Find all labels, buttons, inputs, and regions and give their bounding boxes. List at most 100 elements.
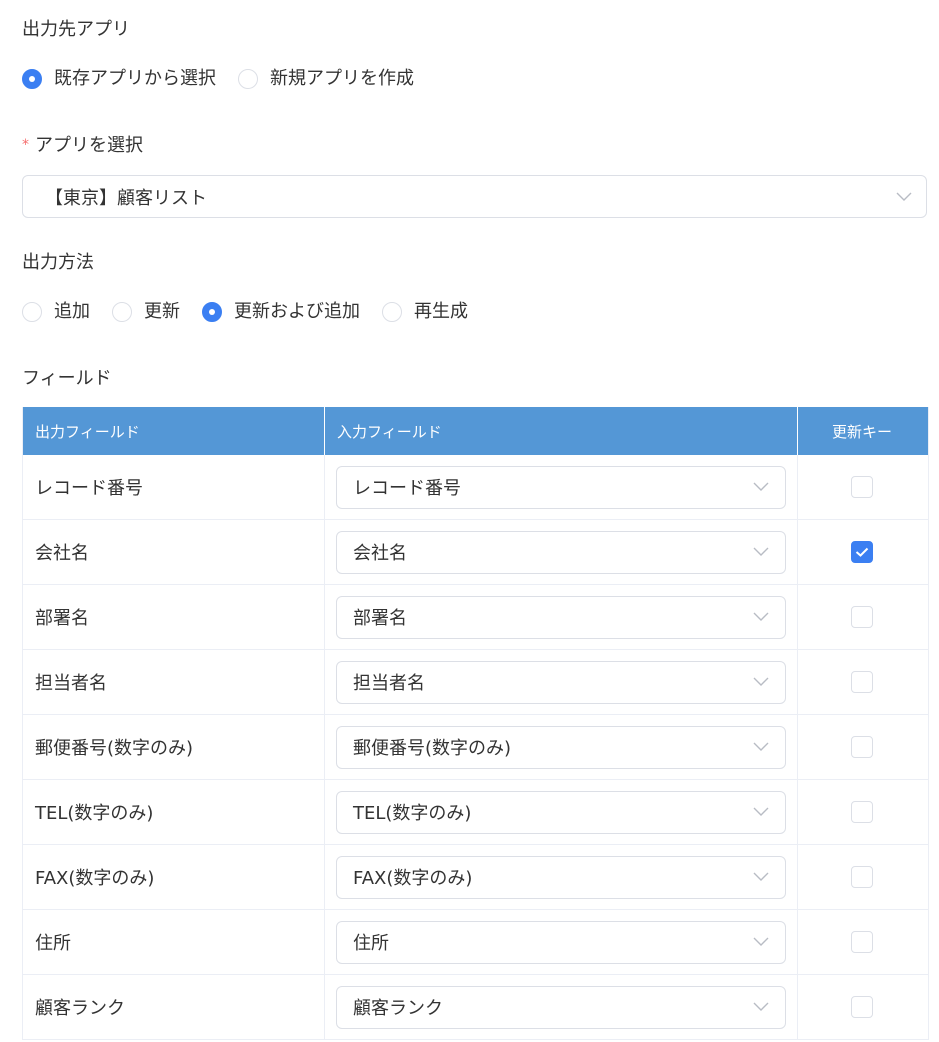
update-key-checkbox[interactable] [851,476,873,498]
output-field-cell: 担当者名 [23,650,325,714]
update-key-checkbox[interactable] [851,736,873,758]
input-field-cell: 顧客ランク [325,975,798,1039]
chevron-down-icon [896,192,912,201]
output-method-label: 出力方法 [22,252,94,273]
radio-existing-app[interactable]: 既存アプリから選択 [22,67,216,91]
header-output-field: 出力フィールド [23,407,325,455]
update-key-checkbox[interactable] [851,606,873,628]
radio-append[interactable]: 追加 [22,300,90,324]
input-field-select[interactable]: 郵便番号(数字のみ) [336,725,786,769]
input-field-select[interactable]: FAX(数字のみ) [336,855,786,899]
input-field-select-value: 郵便番号(数字のみ) [353,738,512,759]
update-key-checkbox[interactable] [851,671,873,693]
input-field-select-value: 会社名 [353,543,407,564]
chevron-down-icon [753,742,769,751]
table-row: 顧客ランク 顧客ランク [23,975,928,1040]
input-field-cell: 担当者名 [325,650,798,714]
table-row: 部署名 部署名 [23,585,928,650]
update-key-cell [798,520,926,584]
input-field-cell: 郵便番号(数字のみ) [325,715,798,779]
radio-append-label: 追加 [54,301,90,322]
table-row: 住所 住所 [23,910,928,975]
radio-update-and-append-circle[interactable] [202,302,222,322]
input-field-select[interactable]: TEL(数字のみ) [336,790,786,834]
output-field-cell: レコード番号 [23,455,325,519]
fields-label: フィールド [22,368,112,389]
field-mapping-table: 出力フィールド 入力フィールド 更新キー レコード番号 レコード番号 会社名 会… [22,407,929,1040]
input-field-select[interactable]: レコード番号 [336,465,786,509]
input-field-select-value: FAX(数字のみ) [353,868,473,889]
radio-new-app[interactable]: 新規アプリを作成 [238,67,414,91]
input-field-cell: 部署名 [325,585,798,649]
table-row: TEL(数字のみ) TEL(数字のみ) [23,780,928,845]
table-row: FAX(数字のみ) FAX(数字のみ) [23,845,928,910]
radio-existing-app-label: 既存アプリから選択 [54,68,216,89]
table-row: 会社名 会社名 [23,520,928,585]
input-field-select[interactable]: 部署名 [336,595,786,639]
input-field-select[interactable]: 担当者名 [336,660,786,704]
update-key-checkbox[interactable] [851,541,873,563]
output-field-cell: FAX(数字のみ) [23,845,325,909]
select-app-label-row: * アプリを選択 [22,134,143,159]
update-key-checkbox[interactable] [851,866,873,888]
radio-regenerate[interactable]: 再生成 [382,300,468,324]
radio-update[interactable]: 更新 [112,300,180,324]
update-key-cell [798,455,926,519]
output-field-cell: TEL(数字のみ) [23,780,325,844]
output-field-cell: 住所 [23,910,325,974]
chevron-down-icon [753,1002,769,1011]
chevron-down-icon [753,807,769,816]
input-field-select[interactable]: 住所 [336,920,786,964]
chevron-down-icon [753,872,769,881]
chevron-down-icon [753,547,769,556]
radio-regenerate-circle[interactable] [382,302,402,322]
input-field-select[interactable]: 顧客ランク [336,985,786,1029]
chevron-down-icon [753,612,769,621]
table-header: 出力フィールド 入力フィールド 更新キー [23,407,928,455]
input-field-cell: レコード番号 [325,455,798,519]
radio-update-circle[interactable] [112,302,132,322]
input-field-select-value: 住所 [353,933,389,954]
chevron-down-icon [753,937,769,946]
radio-regenerate-label: 再生成 [414,301,468,322]
update-key-cell [798,780,926,844]
input-field-cell: 住所 [325,910,798,974]
update-key-checkbox[interactable] [851,931,873,953]
radio-update-and-append[interactable]: 更新および追加 [202,300,360,324]
update-key-cell [798,910,926,974]
input-field-select-value: レコード番号 [353,478,461,499]
table-row: レコード番号 レコード番号 [23,455,928,520]
output-field-cell: 部署名 [23,585,325,649]
update-key-cell [798,585,926,649]
input-field-cell: FAX(数字のみ) [325,845,798,909]
update-key-checkbox[interactable] [851,801,873,823]
radio-new-app-label: 新規アプリを作成 [270,68,414,89]
input-field-select-value: 部署名 [353,608,407,629]
radio-existing-app-circle[interactable] [22,69,42,89]
radio-new-app-circle[interactable] [238,69,258,89]
update-key-checkbox[interactable] [851,996,873,1018]
app-select-value: 【東京】顧客リスト [45,187,207,209]
table-row: 郵便番号(数字のみ) 郵便番号(数字のみ) [23,715,928,780]
app-select[interactable]: 【東京】顧客リスト [22,175,927,218]
input-field-select-value: 顧客ランク [353,998,443,1019]
input-field-cell: 会社名 [325,520,798,584]
output-field-cell: 顧客ランク [23,975,325,1039]
input-field-select[interactable]: 会社名 [336,530,786,574]
chevron-down-icon [753,677,769,686]
select-app-label: アプリを選択 [35,135,143,156]
input-field-select-value: 担当者名 [353,673,425,694]
radio-append-circle[interactable] [22,302,42,322]
output-method-radio-group: 追加 更新 更新および追加 再生成 [22,300,490,324]
radio-update-and-append-label: 更新および追加 [234,301,360,322]
output-field-cell: 郵便番号(数字のみ) [23,715,325,779]
table-row: 担当者名 担当者名 [23,650,928,715]
input-field-select-value: TEL(数字のみ) [353,803,472,824]
required-mark: * [22,137,29,153]
output-field-cell: 会社名 [23,520,325,584]
output-app-radio-group: 既存アプリから選択 新規アプリを作成 [22,67,436,91]
update-key-cell [798,715,926,779]
update-key-cell [798,845,926,909]
update-key-cell [798,650,926,714]
header-input-field: 入力フィールド [325,407,798,455]
